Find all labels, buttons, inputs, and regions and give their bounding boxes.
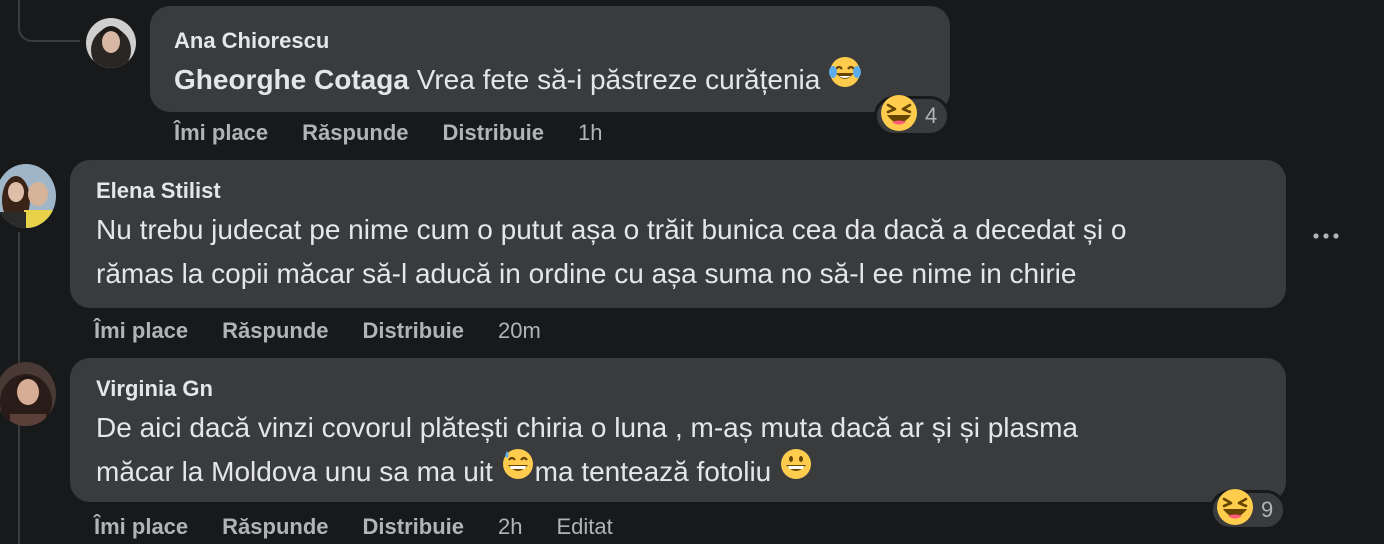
comment-actions: Îmi place Răspunde Distribuie 2h Editat (94, 514, 613, 540)
like-button[interactable]: Îmi place (94, 514, 188, 540)
comment-bubble: Ana Chiorescu Gheorghe Cotaga Vrea fete … (150, 6, 950, 112)
laughing-face-icon (1215, 487, 1255, 533)
comment-timestamp[interactable]: 20m (498, 318, 541, 344)
comment-author[interactable]: Virginia Gn (96, 376, 1260, 402)
reply-button[interactable]: Răspunde (302, 120, 408, 146)
like-button[interactable]: Îmi place (174, 120, 268, 146)
reaction-count: 9 (1261, 497, 1274, 522)
reaction-count: 4 (925, 103, 938, 128)
comment-text: De aici dacă vinzi covorul plătești chir… (96, 406, 1260, 497)
thread-connector (18, 0, 80, 42)
comment-body: Vrea fete să-i păstreze curățenia (408, 64, 829, 95)
share-button[interactable]: Distribuie (363, 318, 464, 344)
comment-line: De aici dacă vinzi covorul plătești chir… (96, 412, 1078, 443)
comment-fragment: măcar la Moldova unu sa ma uit (96, 456, 501, 487)
comment-bubble: Virginia Gn De aici dacă vinzi covorul p… (70, 358, 1286, 502)
comment-fragment: ma tentează fotoliu (534, 456, 780, 487)
mention-link[interactable]: Gheorghe Cotaga (174, 64, 409, 95)
grinning-sweat-icon (501, 447, 535, 494)
more-options-icon[interactable] (1308, 222, 1344, 250)
like-button[interactable]: Îmi place (94, 318, 188, 344)
reaction-summary[interactable]: 9 (1210, 487, 1287, 533)
comment-line: rămas la copii măcar să-l aducă in ordin… (96, 258, 1077, 289)
comment-text: Nu trebu judecat pe nime cum o putut așa… (96, 208, 1260, 296)
tears-of-joy-icon (828, 55, 862, 102)
reaction-summary[interactable]: 4 (874, 93, 951, 139)
reply-button[interactable]: Răspunde (222, 318, 328, 344)
share-button[interactable]: Distribuie (363, 514, 464, 540)
comment-timestamp[interactable]: 1h (578, 120, 602, 146)
grinning-face-icon (779, 447, 813, 494)
comment-timestamp[interactable]: 2h (498, 514, 522, 540)
comment-text: Gheorghe Cotaga Vrea fete să-i păstreze … (174, 55, 926, 105)
reply-button[interactable]: Răspunde (222, 514, 328, 540)
avatar-elena-stilist[interactable] (0, 164, 56, 228)
edited-label[interactable]: Editat (556, 514, 612, 540)
comment-bubble: Elena Stilist Nu trebu judecat pe nime c… (70, 160, 1286, 308)
share-button[interactable]: Distribuie (443, 120, 544, 146)
avatar-ana-chiorescu[interactable] (86, 18, 136, 68)
comment-actions: Îmi place Răspunde Distribuie 1h (174, 120, 636, 146)
comment-thread: Ana Chiorescu Gheorghe Cotaga Vrea fete … (0, 0, 1384, 544)
comment-actions: Îmi place Răspunde Distribuie 20m (94, 318, 575, 344)
comment-author[interactable]: Elena Stilist (96, 178, 1260, 204)
avatar-virginia-gn[interactable] (0, 362, 56, 426)
laughing-face-icon (879, 93, 919, 139)
comment-author[interactable]: Ana Chiorescu (174, 28, 926, 54)
comment-line: măcar la Moldova unu sa ma uit ma tentea… (96, 447, 1260, 497)
comment-line: Nu trebu judecat pe nime cum o putut așa… (96, 214, 1127, 245)
